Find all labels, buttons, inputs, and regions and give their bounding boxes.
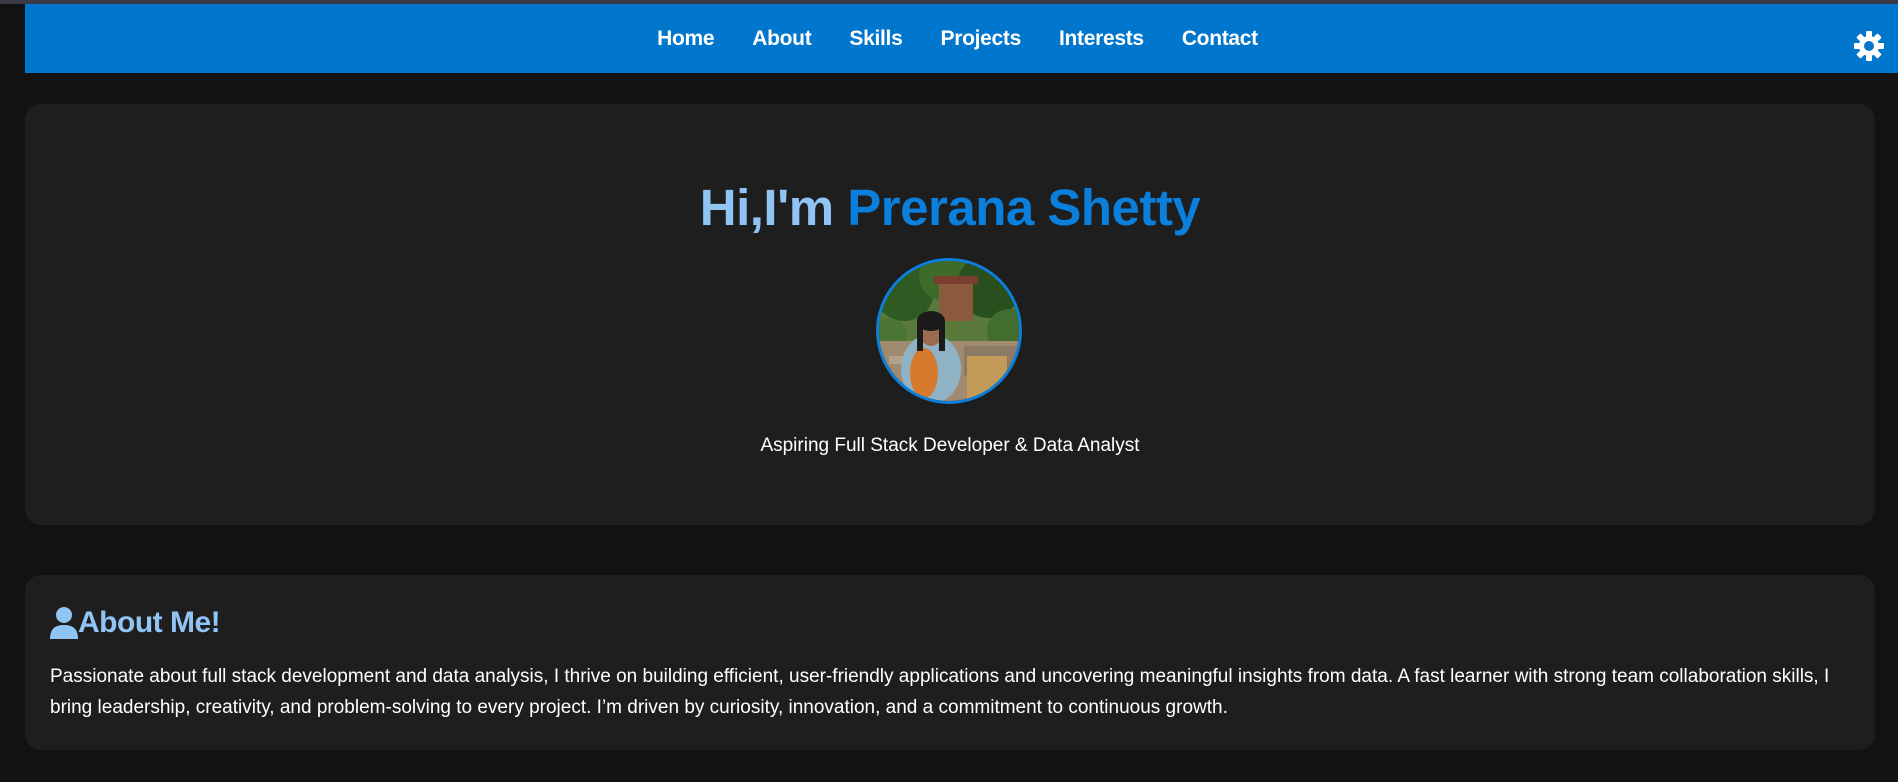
user-icon <box>50 607 78 639</box>
hero-subtitle: Aspiring Full Stack Developer & Data Ana… <box>760 435 1140 456</box>
nav-links: Home About Skills Projects Interests Con… <box>25 4 1898 73</box>
nav-link-projects[interactable]: Projects <box>940 27 1021 51</box>
nav-link-interests[interactable]: Interests <box>1059 27 1144 51</box>
gear-icon <box>1854 31 1884 61</box>
hero-section: Hi,I'm Prerana Shetty Aspiring Full Stac… <box>25 104 1875 525</box>
about-title: About Me! <box>50 606 221 640</box>
nav-link-contact[interactable]: Contact <box>1182 27 1258 51</box>
about-text: Passionate about full stack development … <box>50 666 1830 718</box>
profile-photo <box>879 261 1019 401</box>
hero-name: Prerana Shetty <box>847 179 1201 236</box>
navbar: Home About Skills Projects Interests Con… <box>25 4 1898 73</box>
hero-greeting: Hi,I'm <box>699 179 834 236</box>
hero-title: Hi,I'm Prerana Shetty <box>25 178 1875 237</box>
about-section: About Me! Passionate about full stack de… <box>25 575 1875 750</box>
nav-link-skills[interactable]: Skills <box>849 27 902 51</box>
nav-link-home[interactable]: Home <box>657 27 714 51</box>
theme-toggle-button[interactable] <box>1852 29 1886 63</box>
nav-link-about[interactable]: About <box>752 27 811 51</box>
avatar <box>876 258 1022 404</box>
about-title-text: About Me! <box>78 606 221 639</box>
